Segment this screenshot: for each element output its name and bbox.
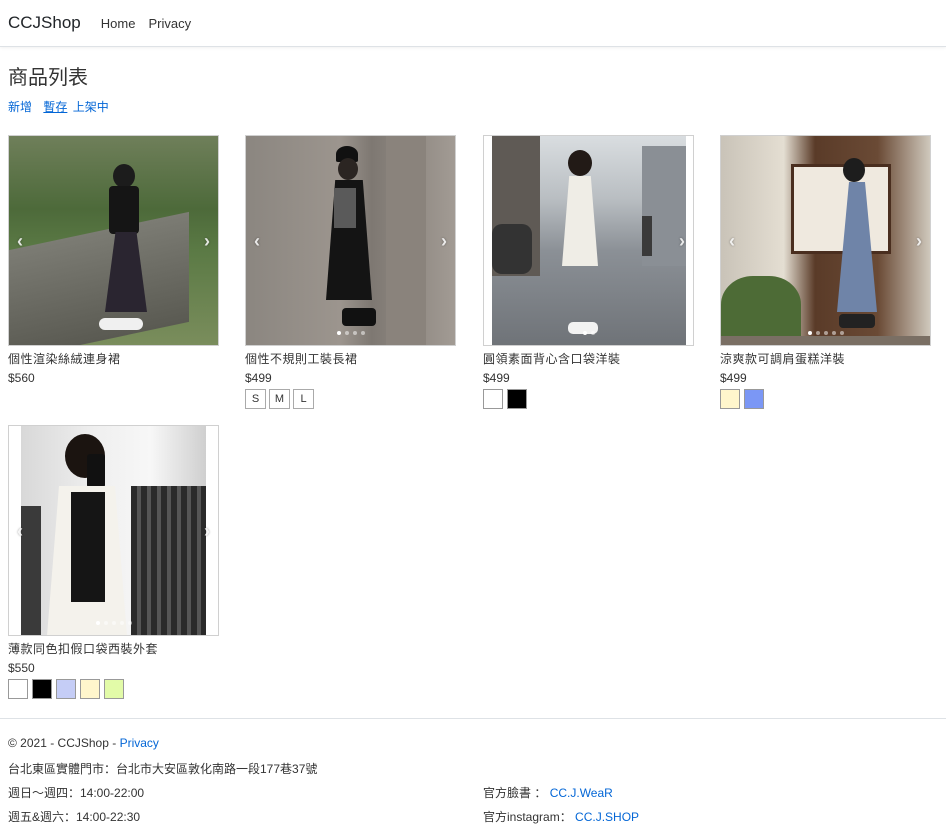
size-option-m[interactable]: M <box>269 389 290 409</box>
product-image-carousel[interactable]: ‹ › <box>245 135 456 346</box>
instagram-line: 官方instagram： CC.J.SHOP <box>483 808 639 825</box>
color-swatch-black[interactable] <box>507 389 527 409</box>
size-option-s[interactable]: S <box>245 389 266 409</box>
product-card[interactable]: ‹ › 薄款同色扣假口袋西裝外套 $550 <box>8 425 219 699</box>
page-footer: © 2021 - CCJShop - Privacy 台北東區實體門市：台北市大… <box>0 718 946 833</box>
chevron-right-icon[interactable]: › <box>679 231 685 251</box>
product-price: $550 <box>8 661 35 675</box>
nav-home-link[interactable]: Home <box>101 16 136 31</box>
product-name[interactable]: 圓領素面背心含口袋洋裝 <box>483 350 694 367</box>
color-swatch-cream[interactable] <box>80 679 100 699</box>
chevron-left-icon[interactable]: ‹ <box>254 231 260 251</box>
page-title: 商品列表 <box>8 67 88 89</box>
carousel-dot[interactable] <box>807 331 812 335</box>
carousel-dot[interactable] <box>590 331 595 335</box>
carousel-dot[interactable] <box>344 331 349 335</box>
instagram-link[interactable]: CC.J.SHOP <box>575 810 639 824</box>
product-grid: ‹ › 個性渲染絲絨連身裙 $560 ‹ › 個性不規則工裝長裙 $499 S … <box>8 135 946 715</box>
carousel-dot[interactable] <box>352 331 357 335</box>
product-action-links: 新增 暫存 上架中 <box>8 98 946 115</box>
carousel-dot[interactable] <box>127 621 132 625</box>
carousel-dot[interactable] <box>360 331 365 335</box>
color-swatch-cream[interactable] <box>720 389 740 409</box>
carousel-dot[interactable] <box>95 621 100 625</box>
footer-privacy-link[interactable]: Privacy <box>120 736 159 750</box>
facebook-line: 官方臉書 ： CC.J.WeaR <box>483 784 613 801</box>
color-swatch-blue[interactable] <box>744 389 764 409</box>
product-card[interactable]: ‹ › 涼爽款可調肩蛋糕洋裝 $499 <box>720 135 931 409</box>
color-options <box>483 389 694 409</box>
product-image-carousel[interactable]: ‹ › <box>720 135 931 346</box>
color-options <box>8 679 219 699</box>
footer-copyright-line: © 2021 - CCJShop - Privacy <box>8 736 159 750</box>
carousel-dot[interactable] <box>582 331 587 335</box>
draft-link[interactable]: 暫存 <box>43 100 67 114</box>
carousel-dot[interactable] <box>336 331 341 335</box>
product-image-carousel[interactable]: ‹ › <box>8 425 219 636</box>
top-navbar: CCJShop Home Privacy <box>0 0 946 47</box>
product-price: $499 <box>483 371 510 385</box>
chevron-right-icon[interactable]: › <box>441 231 447 251</box>
chevron-left-icon[interactable]: ‹ <box>729 231 735 251</box>
product-price: $560 <box>8 371 35 385</box>
color-options <box>720 389 931 409</box>
product-photo <box>246 136 455 345</box>
carousel-indicators <box>721 328 930 335</box>
carousel-dot[interactable] <box>103 621 108 625</box>
main-content: 商品列表 新增 暫存 上架中 ‹ › 個性渲染絲絨連身裙 $560 ‹ › 個性… <box>0 61 946 715</box>
new-product-link[interactable]: 新增 <box>8 100 32 114</box>
instagram-label: 官方instagram： <box>483 810 572 824</box>
chevron-right-icon[interactable]: › <box>916 231 922 251</box>
size-options: S M L <box>245 389 456 409</box>
product-photo <box>21 426 206 635</box>
color-swatch-white[interactable] <box>8 679 28 699</box>
color-swatch-lavender[interactable] <box>56 679 76 699</box>
product-name[interactable]: 涼爽款可調肩蛋糕洋裝 <box>720 350 931 367</box>
chevron-right-icon[interactable]: › <box>204 521 210 541</box>
carousel-dot[interactable] <box>839 331 844 335</box>
carousel-indicators <box>9 618 218 625</box>
hours-weekend: 週五&週六：14:00-22:30 <box>8 810 141 824</box>
product-image-carousel[interactable]: ‹ › <box>8 135 219 346</box>
product-name[interactable]: 個性不規則工裝長裙 <box>245 350 456 367</box>
carousel-dot[interactable] <box>815 331 820 335</box>
product-photo <box>492 136 686 345</box>
chevron-left-icon[interactable]: ‹ <box>17 231 23 251</box>
brand-logo-link[interactable]: CCJShop <box>8 13 81 33</box>
hours-weekday: 週日～週四：14:00-22:00 <box>8 786 145 800</box>
product-name[interactable]: 薄款同色扣假口袋西裝外套 <box>8 640 219 657</box>
nav-privacy-link[interactable]: Privacy <box>148 16 191 31</box>
product-card[interactable]: › 圓領素面背心含口袋洋裝 $499 <box>483 135 694 409</box>
product-photo <box>721 136 930 345</box>
chevron-right-icon[interactable]: › <box>204 231 210 251</box>
carousel-dot[interactable] <box>823 331 828 335</box>
carousel-dot[interactable] <box>831 331 836 335</box>
carousel-dot[interactable] <box>111 621 116 625</box>
product-photo <box>9 136 218 345</box>
chevron-left-icon[interactable]: ‹ <box>17 521 23 541</box>
size-option-l[interactable]: L <box>293 389 314 409</box>
product-price: $499 <box>245 371 272 385</box>
carousel-indicators <box>484 328 693 335</box>
carousel-indicators <box>246 328 455 335</box>
product-card[interactable]: ‹ › 個性渲染絲絨連身裙 $560 <box>8 135 219 385</box>
color-swatch-lime[interactable] <box>104 679 124 699</box>
facebook-label: 官方臉書 ： <box>483 786 547 800</box>
carousel-dot[interactable] <box>119 621 124 625</box>
copyright-text: © 2021 - CCJShop - <box>8 736 117 750</box>
product-image-carousel[interactable]: › <box>483 135 694 346</box>
facebook-link[interactable]: CC.J.WeaR <box>550 786 613 800</box>
product-name[interactable]: 個性渲染絲絨連身裙 <box>8 350 219 367</box>
color-swatch-black[interactable] <box>32 679 52 699</box>
product-card[interactable]: ‹ › 個性不規則工裝長裙 $499 S M L <box>245 135 456 409</box>
product-price: $499 <box>720 371 747 385</box>
color-swatch-white[interactable] <box>483 389 503 409</box>
on-shelf-link[interactable]: 上架中 <box>73 100 109 114</box>
store-address: 台北東區實體門市：台北市大安區敦化南路一段177巷37號 <box>8 762 318 776</box>
